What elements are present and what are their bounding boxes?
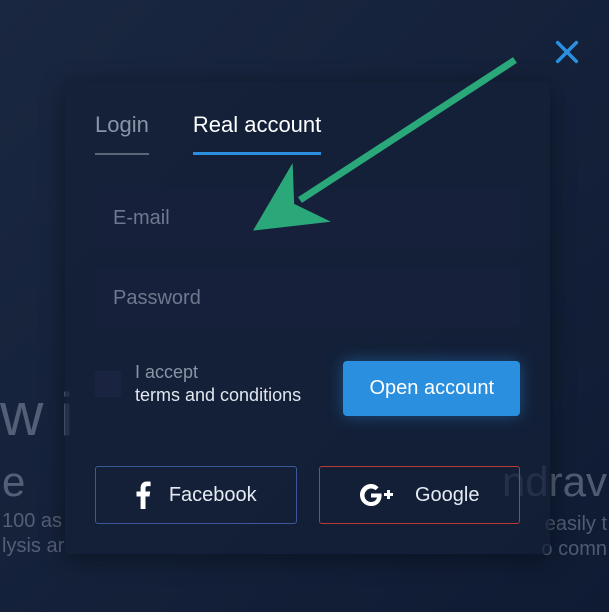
google-button[interactable]: Google xyxy=(319,466,521,524)
auth-modal: Login Real account I accept terms and co… xyxy=(65,82,550,554)
bg-frag: e xyxy=(2,458,25,506)
facebook-icon xyxy=(135,481,151,509)
tab-login[interactable]: Login xyxy=(95,112,149,155)
terms-checkbox[interactable] xyxy=(95,371,121,397)
facebook-label: Facebook xyxy=(169,484,257,507)
password-field[interactable] xyxy=(95,269,520,327)
bg-frag: lysis ar xyxy=(2,535,64,558)
tabs: Login Real account xyxy=(95,112,520,155)
bg-frag: easily t xyxy=(545,513,607,536)
google-plus-icon xyxy=(359,483,397,507)
accept-prefix: I accept xyxy=(135,362,198,382)
social-row: Facebook Google xyxy=(95,466,520,524)
open-account-button[interactable]: Open account xyxy=(343,361,520,416)
bg-frag: o comn xyxy=(541,538,607,561)
email-field[interactable] xyxy=(95,189,520,247)
terms-text: I accept terms and conditions xyxy=(135,361,301,407)
bg-frag: w i xyxy=(0,380,73,449)
terms-link[interactable]: terms and conditions xyxy=(135,384,301,407)
terms-accept: I accept terms and conditions xyxy=(95,361,301,407)
accept-and-submit-row: I accept terms and conditions Open accou… xyxy=(95,361,520,416)
tab-real-account[interactable]: Real account xyxy=(193,112,321,155)
facebook-button[interactable]: Facebook xyxy=(95,466,297,524)
bg-frag: 100 as xyxy=(2,510,62,533)
google-label: Google xyxy=(415,484,480,507)
close-icon[interactable] xyxy=(553,38,581,66)
